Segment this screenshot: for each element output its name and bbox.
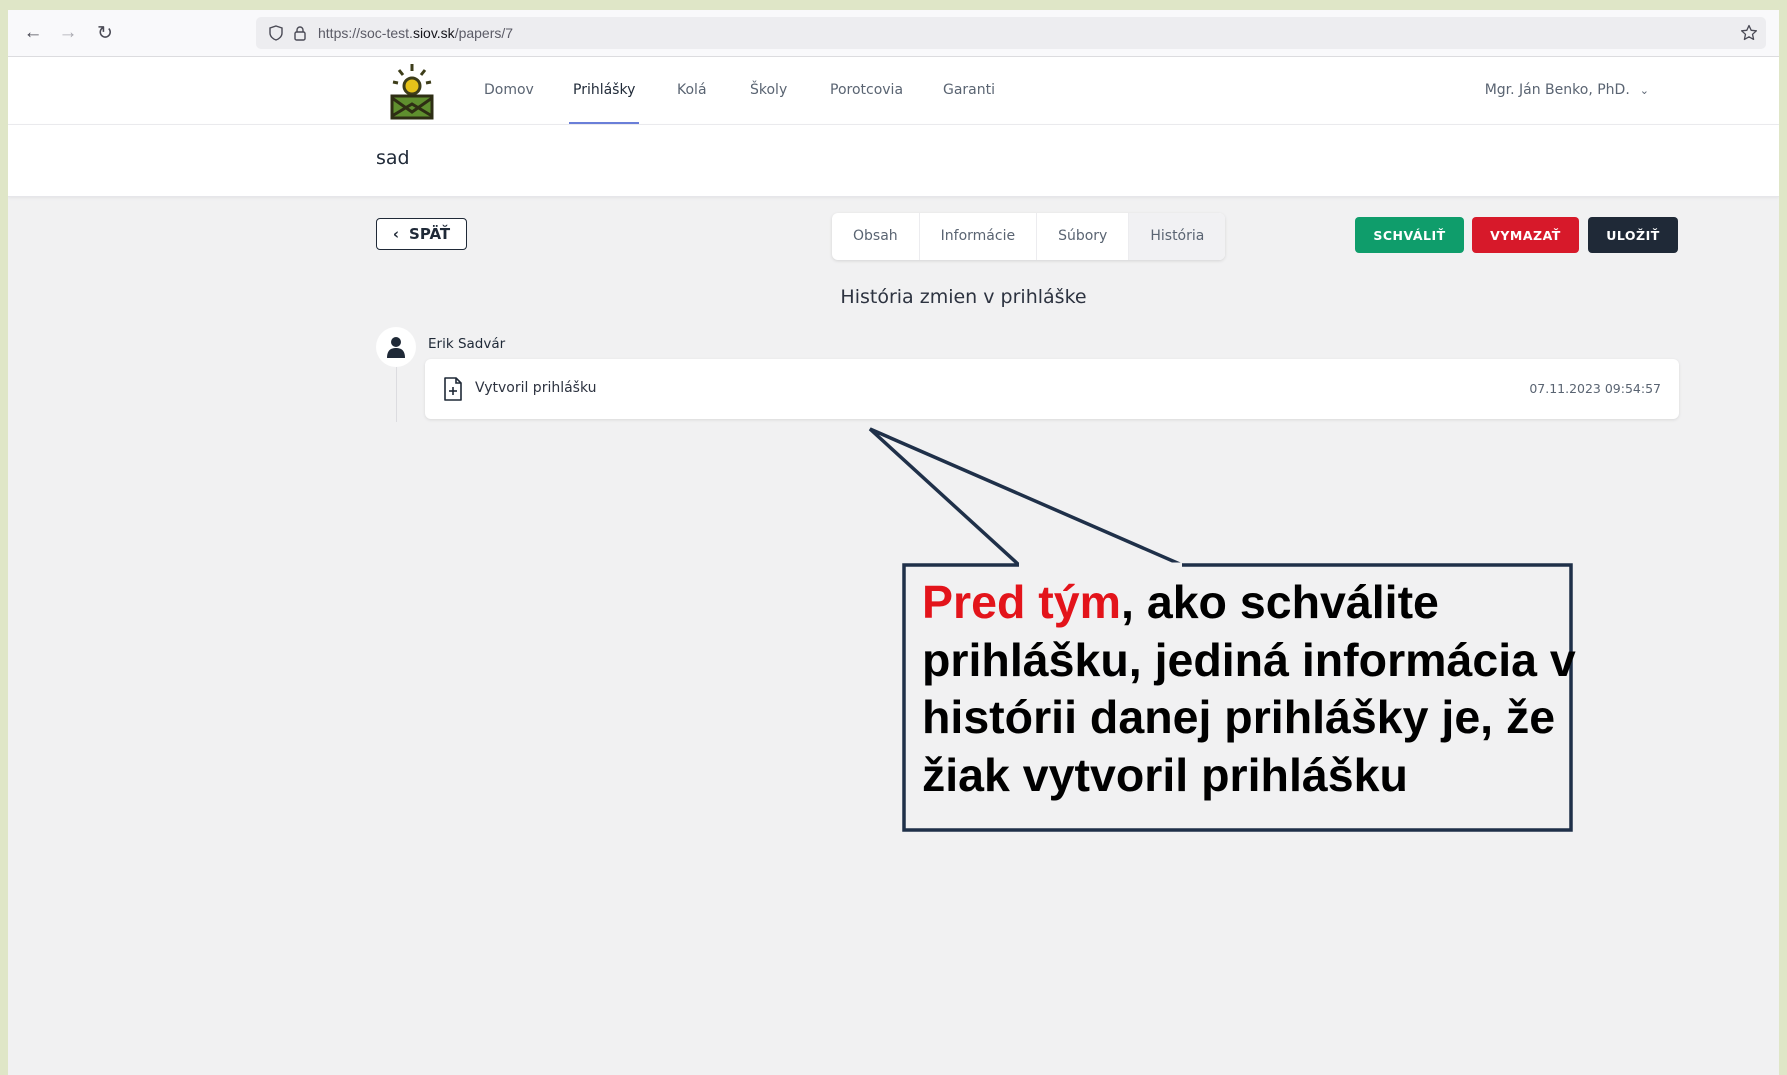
forward-arrow-icon[interactable]: → <box>55 20 81 46</box>
back-arrow-icon[interactable]: ← <box>20 20 46 46</box>
bookmark-star-icon[interactable] <box>1740 24 1758 42</box>
timeline-line <box>396 367 397 422</box>
app-header: Domov Prihlášky Kolá Školy Porotcovia Ga… <box>8 57 1779 125</box>
paper-tabs: Obsah Informácie Súbory História <box>832 213 1226 260</box>
tab-historia[interactable]: História <box>1129 213 1226 260</box>
url-text: https://soc-test.siov.sk/papers/7 <box>318 25 514 41</box>
tab-informacie[interactable]: Informácie <box>920 213 1038 260</box>
soc-logo[interactable] <box>387 62 437 120</box>
user-avatar-icon <box>376 327 416 367</box>
lock-icon <box>294 26 306 41</box>
history-entry-timestamp: 07.11.2023 09:54:57 <box>1529 381 1661 396</box>
user-name: Mgr. Ján Benko, PhD. <box>1484 82 1630 98</box>
history-entry-text: Vytvoril prihlášku <box>475 380 597 396</box>
user-menu[interactable]: Mgr. Ján Benko, PhD. ⌄ <box>1485 57 1649 124</box>
screenshot-frame: ← → ↻ https://soc-test.siov.sk/papers/7 <box>8 10 1779 1075</box>
page-title: sad <box>376 147 410 169</box>
nav-skoly[interactable]: Školy <box>750 57 787 124</box>
back-button-label: SPÄŤ <box>409 225 451 243</box>
approve-button[interactable]: SCHVÁLIŤ <box>1355 217 1464 253</box>
nav-domov[interactable]: Domov <box>484 57 534 124</box>
tab-subory[interactable]: Súbory <box>1037 213 1130 260</box>
address-bar[interactable]: https://soc-test.siov.sk/papers/7 <box>256 17 1766 49</box>
shield-icon <box>269 25 283 41</box>
callout-highlight: Pred tým <box>922 576 1121 628</box>
nav-kola[interactable]: Kolá <box>677 57 707 124</box>
delete-button[interactable]: VYMAZAŤ <box>1472 217 1579 253</box>
chevron-down-icon: ⌄ <box>1639 84 1649 97</box>
nav-garanti[interactable]: Garanti <box>943 57 995 124</box>
history-entry: Vytvoril prihlášku 07.11.2023 09:54:57 <box>425 359 1679 419</box>
file-plus-icon <box>444 377 462 401</box>
tab-obsah[interactable]: Obsah <box>832 213 920 260</box>
nav-porotcovia[interactable]: Porotcovia <box>830 57 903 124</box>
save-button[interactable]: ULOŽIŤ <box>1588 217 1678 253</box>
history-title: História zmien v prihláške <box>840 286 1087 308</box>
browser-toolbar: ← → ↻ https://soc-test.siov.sk/papers/7 <box>8 10 1779 57</box>
reload-icon[interactable]: ↻ <box>92 20 118 46</box>
callout-text: Pred tým, ako schválite prihlášku, jedin… <box>922 574 1582 804</box>
nav-prihlasky[interactable]: Prihlášky <box>568 57 640 124</box>
page-title-bar: sad <box>8 125 1779 197</box>
history-author: Erik Sadvár <box>428 336 506 352</box>
chevron-left-icon: ‹ <box>392 225 400 243</box>
back-button[interactable]: ‹ SPÄŤ <box>376 218 467 250</box>
